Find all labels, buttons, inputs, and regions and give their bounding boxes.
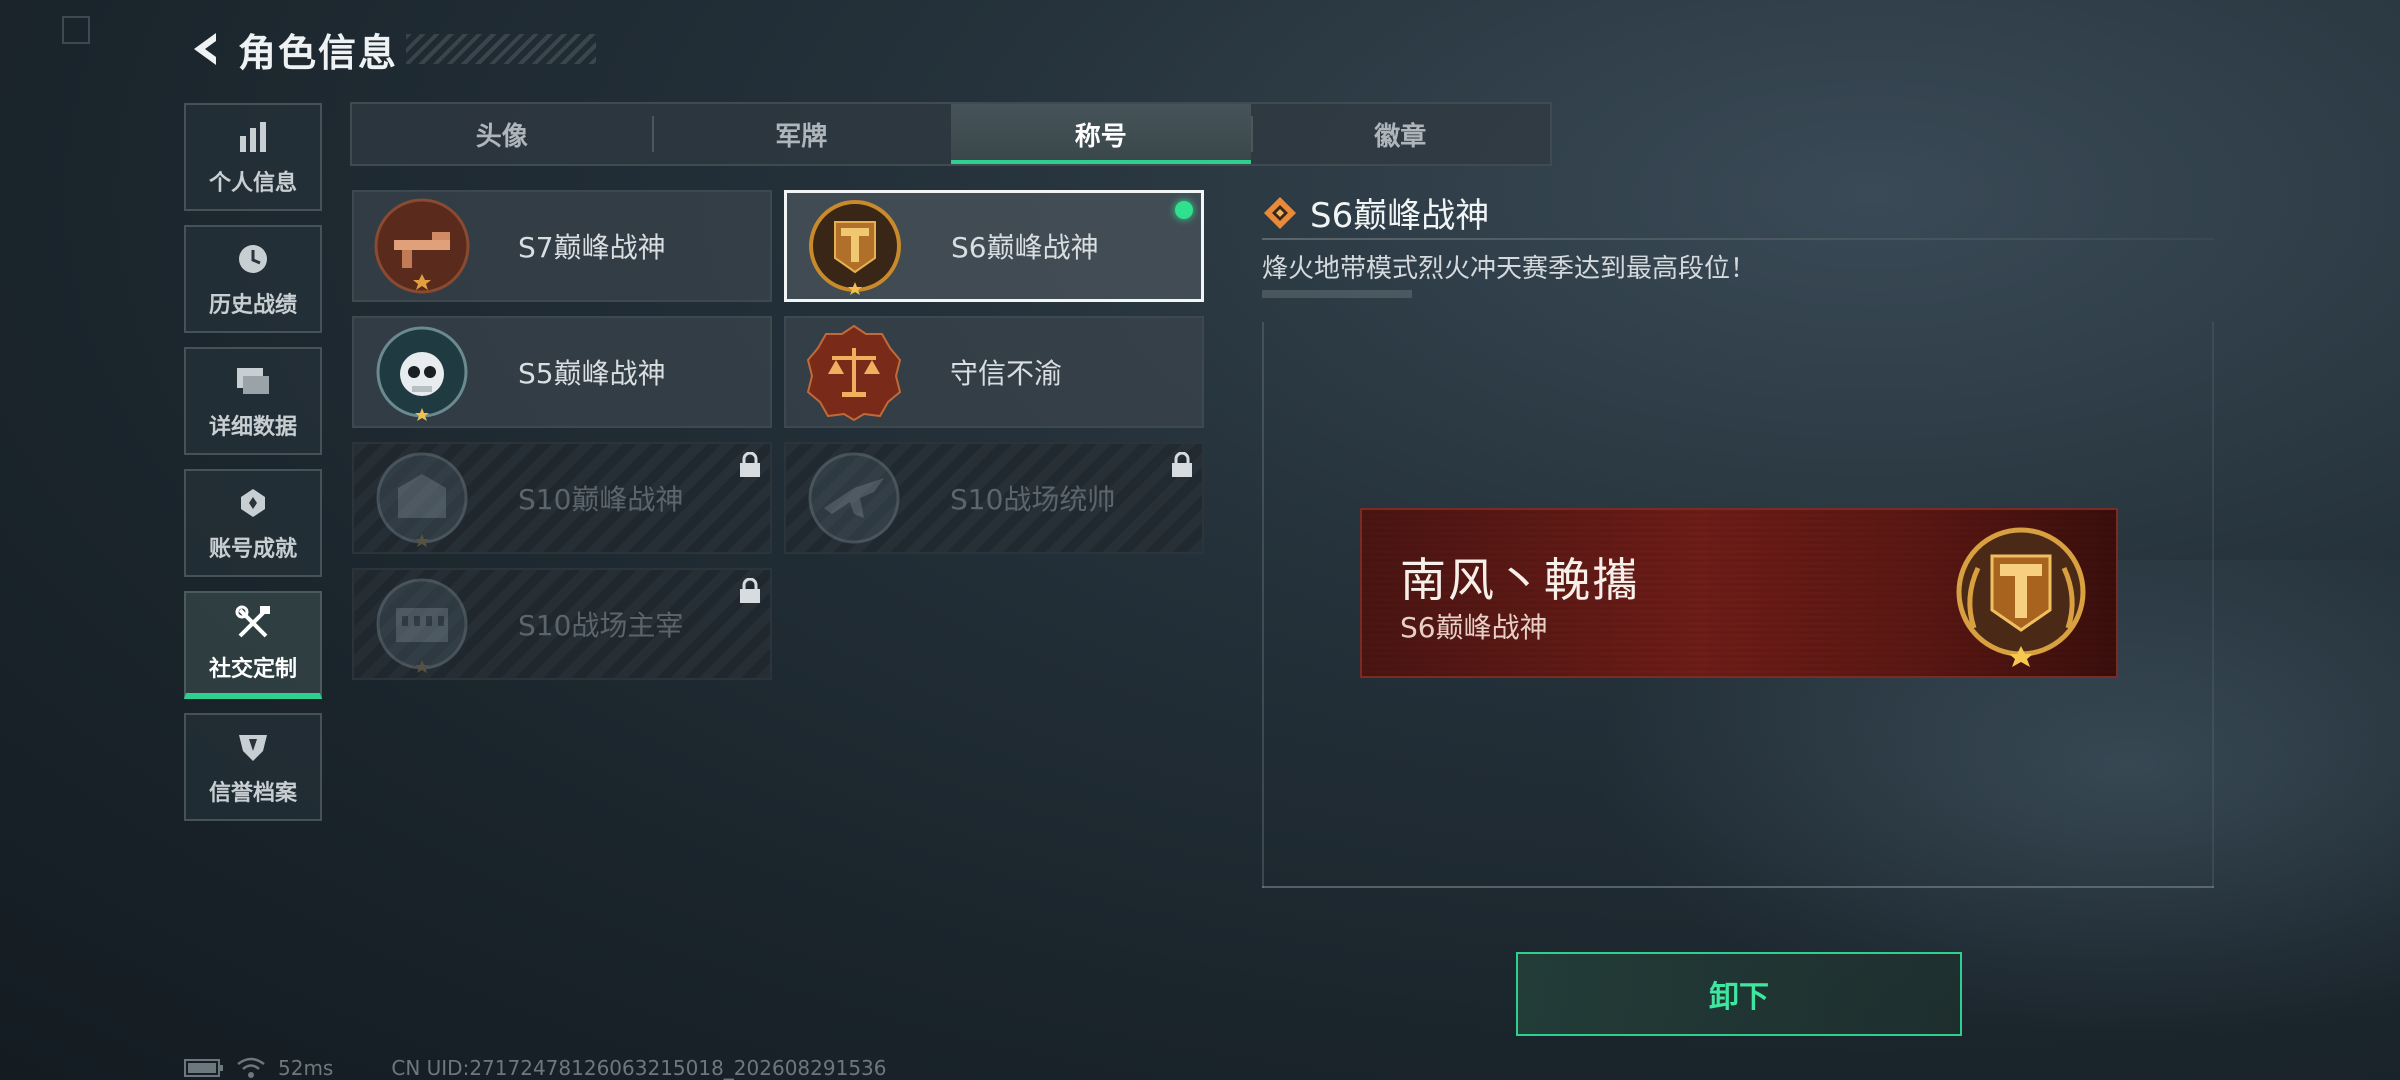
gold-t-emblem-icon <box>1956 527 2086 667</box>
player-name: 南风丶輓攜 <box>1400 553 1640 607</box>
page-header: 角色信息 <box>184 22 597 76</box>
title-card-s10-commander[interactable]: S10战场统帅 <box>784 442 1204 554</box>
sidebar-item-label: 历史战绩 <box>208 293 297 318</box>
skull-emblem-icon <box>372 322 472 422</box>
sidebar-item-label: 个人信息 <box>208 171 297 196</box>
sidebar-item-label: 账号成就 <box>208 537 297 562</box>
folder-icon <box>233 361 273 401</box>
tab-dog-tag[interactable]: 军牌 <box>651 104 952 164</box>
detail-title: S6巅峰战神 <box>1310 196 1490 236</box>
divider <box>1262 238 2214 240</box>
title-card-s5[interactable]: S5巅峰战神 <box>352 316 772 428</box>
rifle-emblem-icon <box>372 196 472 296</box>
title-name: S10战场统帅 <box>950 483 1116 516</box>
gold-t-emblem-icon <box>805 196 905 296</box>
building-emblem-icon <box>372 448 472 548</box>
sidebar-item-detailed-data[interactable]: 详细数据 <box>184 347 322 455</box>
corner-marker <box>62 16 90 44</box>
tab-badge[interactable]: 徽章 <box>1250 104 1551 164</box>
shield-icon <box>233 727 273 767</box>
uid-text: CN UID:27172478126063215018_202608291536 <box>391 1056 887 1080</box>
nameplate-preview: 南风丶輓攜 S6巅峰战神 <box>1360 508 2118 678</box>
tab-avatar[interactable]: 头像 <box>352 104 652 164</box>
tools-icon <box>233 603 273 643</box>
battery-icon <box>184 1059 223 1077</box>
ping-text: 52ms <box>278 1056 334 1080</box>
sidebar-item-label: 详细数据 <box>208 415 297 440</box>
title-name: S10巅峰战神 <box>518 483 684 516</box>
lock-icon <box>740 452 760 477</box>
sidebar-item-achievements[interactable]: 账号成就 <box>184 469 322 577</box>
sidebar-item-personal-info[interactable]: 个人信息 <box>184 103 322 211</box>
title-name: S10战场主宰 <box>518 609 684 642</box>
colosseum-emblem-icon <box>372 574 472 674</box>
detail-description: 烽火地带模式烈火冲天赛季达到最高段位！ <box>1262 254 1757 284</box>
achievement-icon <box>233 483 273 523</box>
title-card-s6[interactable]: S6巅峰战神 <box>784 190 1204 302</box>
title-name: S7巅峰战神 <box>518 231 666 264</box>
detail-header: S6巅峰战神 <box>1262 188 1489 237</box>
status-bar: 52ms CN UID:27172478126063215018_2026082… <box>184 1056 887 1080</box>
lock-icon <box>1172 452 1192 477</box>
sidebar-item-label: 信誉档案 <box>208 781 297 806</box>
unequip-label: 卸下 <box>1709 980 1769 1015</box>
unequip-button[interactable]: 卸下 <box>1516 952 1962 1036</box>
diamond-icon <box>1264 196 1296 229</box>
title-card-s7[interactable]: S7巅峰战神 <box>352 190 772 302</box>
title-card-s10-dominator[interactable]: S10战场主宰 <box>352 568 772 680</box>
back-arrow-icon <box>194 33 216 65</box>
aircraft-emblem-icon <box>804 448 904 548</box>
sidebar-item-match-history[interactable]: 历史战绩 <box>184 225 322 333</box>
sidebar: 个人信息 历史战绩 详细数据 账号成就 社交定制 信誉档案 <box>184 103 322 835</box>
title-card-s10-peak[interactable]: S10巅峰战神 <box>352 442 772 554</box>
title-decoration <box>406 34 597 64</box>
nameplate-title: S6巅峰战神 <box>1400 611 1548 644</box>
divider <box>1262 886 2214 888</box>
bar-chart-icon <box>233 117 273 157</box>
sidebar-item-credit-record[interactable]: 信誉档案 <box>184 713 322 821</box>
decorative-bar <box>1262 290 1412 298</box>
scales-emblem-icon <box>804 322 904 422</box>
sidebar-item-label: 社交定制 <box>208 657 297 682</box>
equipped-indicator <box>1175 201 1193 219</box>
title-name: S6巅峰战神 <box>951 231 1099 264</box>
title-card-integrity[interactable]: 守信不渝 <box>784 316 1204 428</box>
wifi-icon <box>237 1057 265 1078</box>
sidebar-item-social-custom[interactable]: 社交定制 <box>184 591 322 699</box>
title-name: 守信不渝 <box>950 357 1063 390</box>
back-button[interactable] <box>184 27 228 71</box>
tab-title[interactable]: 称号 <box>951 104 1251 164</box>
lock-icon <box>740 578 760 603</box>
title-name: S5巅峰战神 <box>518 357 666 390</box>
clock-icon <box>233 239 273 279</box>
category-tabs: 头像 军牌 称号 徽章 <box>350 102 1552 166</box>
page-title: 角色信息 <box>238 30 399 75</box>
